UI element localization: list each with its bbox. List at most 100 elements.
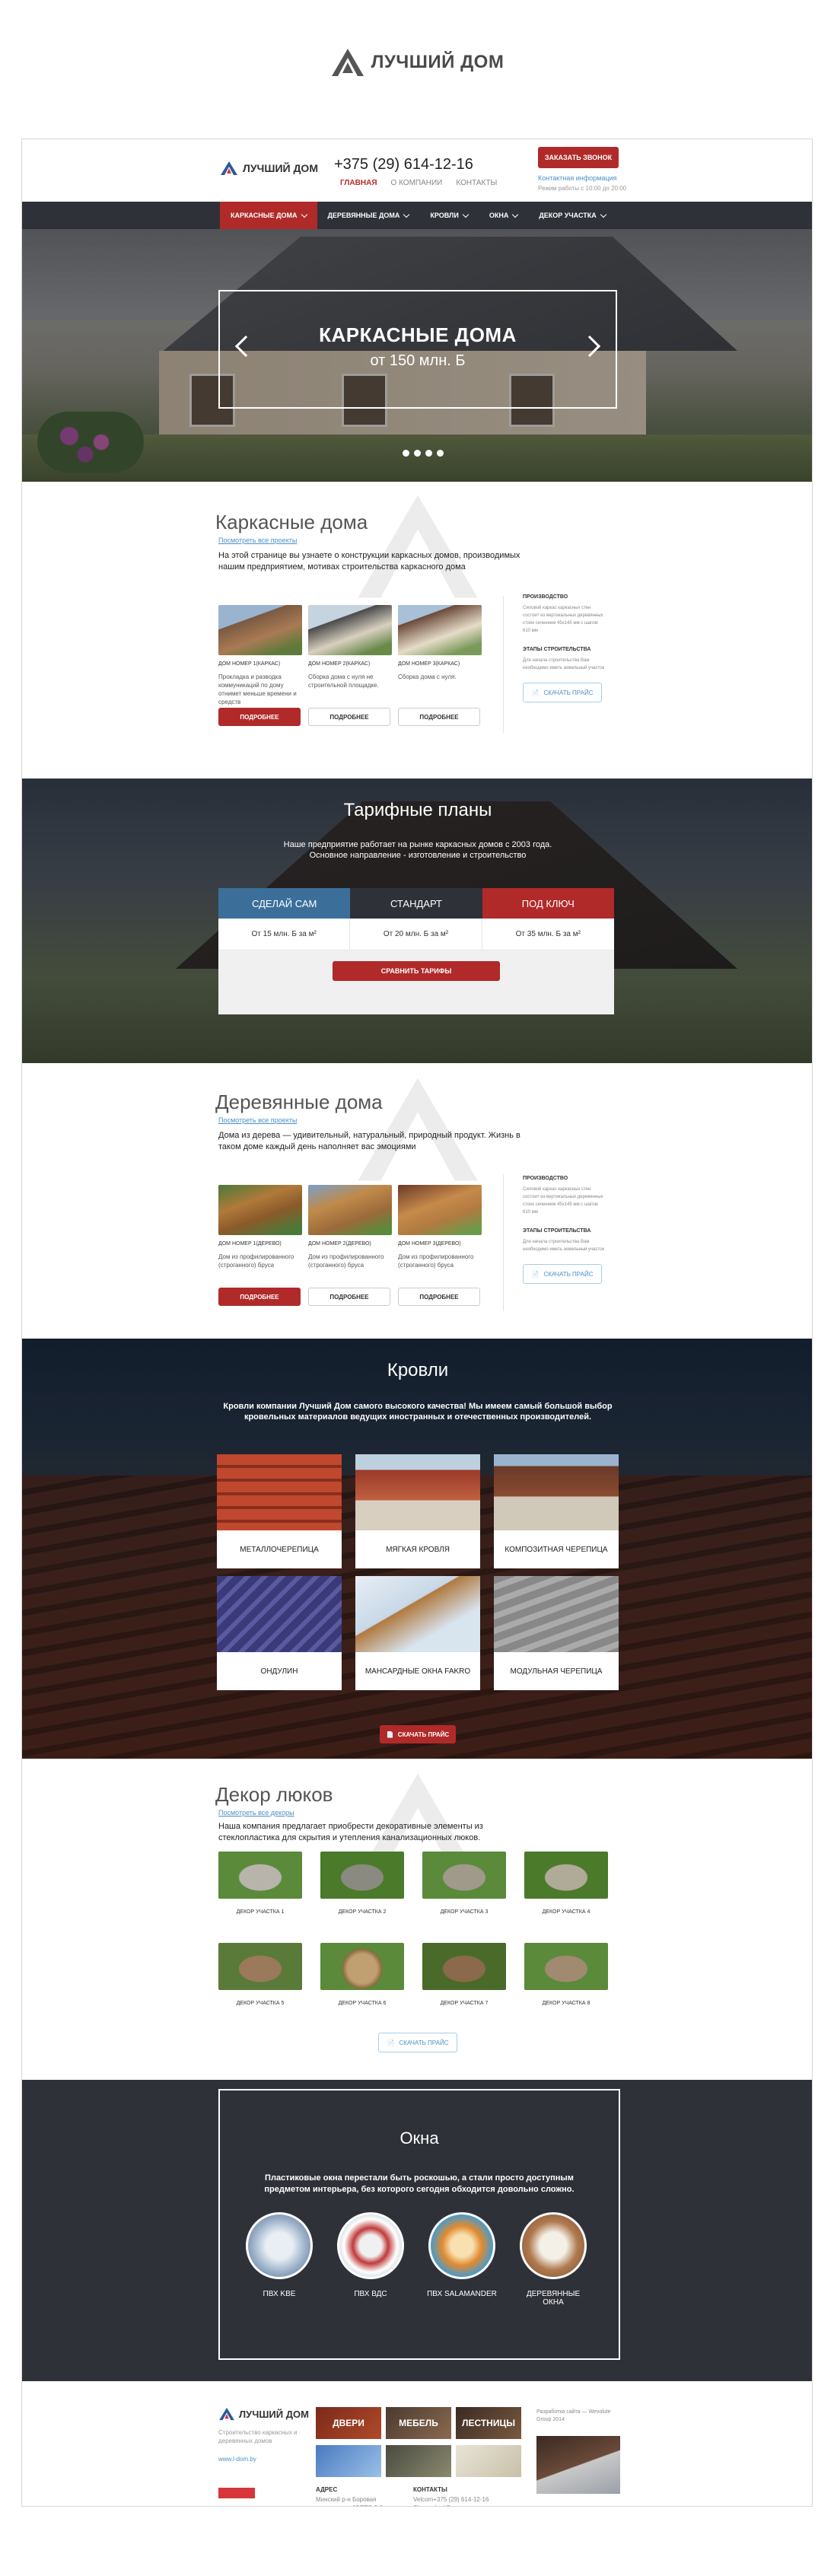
roof-label: ОНДУЛИН	[260, 1667, 298, 1676]
decor-item[interactable]: ДЕКОР УЧАСТКА 3	[422, 1852, 506, 1915]
details-button[interactable]: ПОДРОБНЕЕ	[398, 1288, 480, 1306]
slider-dot[interactable]	[403, 450, 409, 457]
decor-item[interactable]: ДЕКОР УЧАСТКА 7	[422, 1943, 506, 2006]
menu-item-decor[interactable]: ДЕКОР УЧАСТКА	[528, 202, 616, 229]
tariff-col-turnkey[interactable]: ПОД КЛЮЧ	[482, 888, 614, 919]
footer-tile-furniture[interactable]: МЕБЕЛЬ	[386, 2407, 451, 2439]
house-photo[interactable]	[398, 605, 482, 655]
download-price-button[interactable]: 📄 СКАЧАТЬ ПРАЙС	[523, 683, 602, 702]
tariff-desc: Наше предприятие работает на рынке карка…	[283, 840, 552, 860]
decor-item[interactable]: ДЕКОР УЧАСТКА 8	[524, 1943, 608, 2006]
link-all-projects[interactable]: Посмотреть все проекты	[218, 1116, 297, 1124]
download-price-label: СКАЧАТЬ ПРАЙС	[543, 689, 594, 696]
roof-card[interactable]: МОДУЛЬНАЯ ЧЕРЕПИЦА	[494, 1576, 619, 1690]
hero-subtitle: от 150 млн. Б	[370, 352, 466, 369]
divider	[503, 1174, 504, 1311]
tariff-table: СДЕЛАЙ САМ СТАНДАРТ ПОД КЛЮЧ От 15 млн. …	[218, 888, 614, 1014]
windows-section: Окна Пластиковые окна перестали быть рос…	[22, 2080, 812, 2381]
side-heading: ПРОИЗВОДСТВО	[523, 594, 568, 600]
link-all-projects[interactable]: Посмотреть все проекты	[218, 537, 297, 544]
roof-card[interactable]: ОНДУЛИН	[217, 1576, 342, 1690]
house-photo[interactable]	[398, 1185, 482, 1235]
details-button[interactable]: ПОДРОБНЕЕ	[308, 708, 390, 726]
decor-photo	[524, 1852, 608, 1899]
details-button[interactable]: ПОДРОБНЕЕ	[218, 708, 301, 726]
roof-card[interactable]: КОМПОЗИТНАЯ ЧЕРЕПИЦА	[494, 1454, 619, 1568]
window-photo	[520, 2212, 587, 2279]
top-brand: ЛУЧШИЙ ДОМ	[0, 47, 834, 81]
roof-label: МЕТАЛЛОЧЕРЕПИЦА	[240, 1545, 319, 1554]
nav-contacts[interactable]: КОНТАКТЫ	[456, 179, 497, 187]
slider-dot[interactable]	[437, 450, 444, 457]
hero-caption-box: КАРКАСНЫЕ ДОМА от 150 млн. Б	[218, 290, 617, 409]
decor-item[interactable]: ДЕКОР УЧАСТКА 2	[320, 1852, 404, 1915]
menu-item-windows[interactable]: ОКНА	[479, 202, 529, 229]
link-all-decor[interactable]: Посмотреть все декоры	[218, 1809, 294, 1817]
footer-image[interactable]	[386, 2445, 451, 2477]
download-price-button[interactable]: 📄 СКАЧАТЬ ПРАЙС	[523, 1264, 602, 1284]
menu-item-roofs[interactable]: КРОВЛИ	[419, 202, 478, 229]
footer-site-link[interactable]: www.l-dom.by	[218, 2456, 256, 2463]
download-price-button[interactable]: 📄 СКАЧАТЬ ПРАЙС	[378, 2033, 457, 2052]
menu-item-wood-houses[interactable]: ДЕРЕВЯННЫЕ ДОМА	[317, 202, 420, 229]
callback-button[interactable]: ЗАКАЗАТЬ ЗВОНОК	[538, 147, 619, 168]
roof-card[interactable]: МЯГКАЯ КРОВЛЯ	[355, 1454, 480, 1568]
header-nav: ГЛАВНАЯ О КОМПАНИИ КОНТАКТЫ	[340, 179, 497, 187]
decor-item[interactable]: ДЕКОР УЧАСТКА 1	[218, 1852, 302, 1915]
decor-item[interactable]: ДЕКОР УЧАСТКА 6	[320, 1943, 404, 2006]
menu-item-frame-houses[interactable]: КАРКАСНЫЕ ДОМА	[220, 202, 317, 229]
window-item[interactable]: ПВХ KBE	[241, 2212, 317, 2298]
house-photo[interactable]	[218, 605, 302, 655]
tariff-col-standard[interactable]: СТАНДАРТ	[350, 888, 482, 919]
footer-address-heading: АДРЕС	[316, 2486, 338, 2493]
nav-about[interactable]: О КОМПАНИИ	[391, 179, 443, 187]
house-photo[interactable]	[308, 605, 392, 655]
page-frame: ЛУЧШИЙ ДОМ +375 (29) 614-12-16 ГЛАВНАЯ О…	[21, 139, 813, 2507]
footer-image[interactable]	[316, 2445, 381, 2477]
details-button[interactable]: ПОДРОБНЕЕ	[308, 1288, 390, 1306]
document-icon: 📄	[386, 1731, 394, 1738]
header-logo-text: ЛУЧШИЙ ДОМ	[243, 162, 318, 174]
compare-tariffs-button[interactable]: СРАВНИТЬ ТАРИФЫ	[333, 961, 500, 981]
chevron-down-icon	[600, 211, 606, 218]
roof-photo	[355, 1454, 480, 1530]
roof-label: МОДУЛЬНАЯ ЧЕРЕПИЦА	[510, 1667, 603, 1676]
side-heading: ЭТАПЫ СТРОИТЕЛЬСТВА	[523, 1228, 591, 1234]
house-photo[interactable]	[218, 1185, 302, 1235]
details-button[interactable]: ПОДРОБНЕЕ	[398, 708, 480, 726]
decor-label: ДЕКОР УЧАСТКА 8	[542, 2001, 590, 2006]
details-button[interactable]: ПОДРОБНЕЕ	[218, 1288, 301, 1306]
roof-card[interactable]: МЕТАЛЛОЧЕРЕПИЦА	[217, 1454, 342, 1568]
house-card: ДОМ НОМЕР 3(КАРКАС) Сборка дома с нуля. …	[398, 605, 482, 726]
footer-logo[interactable]: ЛУЧШИЙ ДОМ	[218, 2407, 309, 2421]
decor-item[interactable]: ДЕКОР УЧАСТКА 4	[524, 1852, 608, 1915]
footer-red-badge[interactable]	[218, 2488, 255, 2498]
tariff-col-diy[interactable]: СДЕЛАЙ САМ	[218, 888, 351, 919]
watermark-logo-icon	[358, 495, 478, 598]
footer-image[interactable]	[456, 2445, 521, 2477]
footer-developer[interactable]: Разработка сайта — Wevolute Group 2014	[536, 2409, 620, 2424]
house-photo[interactable]	[308, 1185, 392, 1235]
house-card: ДОМ НОМЕР 1(ДЕРЕВО) Дом из профилированн…	[218, 1185, 302, 1306]
window-label: ПВХ SALAMANDER	[427, 2290, 497, 2298]
roof-label: КОМПОЗИТНАЯ ЧЕРЕПИЦА	[505, 1545, 608, 1554]
contact-info-link[interactable]: Контактная информация	[538, 174, 616, 182]
nav-home[interactable]: ГЛАВНАЯ	[340, 179, 377, 187]
footer-tile-doors[interactable]: ДВЕРИ	[316, 2407, 381, 2439]
decor-item[interactable]: ДЕКОР УЧАСТКА 5	[218, 1943, 302, 2006]
roof-photo	[494, 1576, 619, 1652]
roof-card[interactable]: МАНСАРДНЫЕ ОКНА FAKRO	[355, 1576, 480, 1690]
header-logo[interactable]: ЛУЧШИЙ ДОМ	[220, 161, 318, 176]
decor-photo	[422, 1943, 506, 1990]
window-item[interactable]: ПВХ SALAMANDER	[424, 2212, 500, 2298]
roof-label: МАНСАРДНЫЕ ОКНА FAKRO	[364, 1667, 471, 1676]
window-item[interactable]: ДЕРЕВЯННЫЕ ОКНА	[515, 2212, 591, 2307]
roof-photo	[217, 1454, 342, 1530]
slider-dot[interactable]	[425, 450, 432, 457]
slider-dot[interactable]	[414, 450, 421, 457]
section-desc-decor: Наша компания предлагает приобрести деко…	[218, 1822, 483, 1842]
window-item[interactable]: ПВХ ВДС	[333, 2212, 409, 2298]
brand-logo[interactable]: ЛУЧШИЙ ДОМ	[330, 47, 505, 78]
download-price-button[interactable]: 📄 СКАЧАТЬ ПРАЙС	[380, 1725, 456, 1743]
footer-tile-stairs[interactable]: ЛЕСТНИЦЫ	[456, 2407, 521, 2439]
